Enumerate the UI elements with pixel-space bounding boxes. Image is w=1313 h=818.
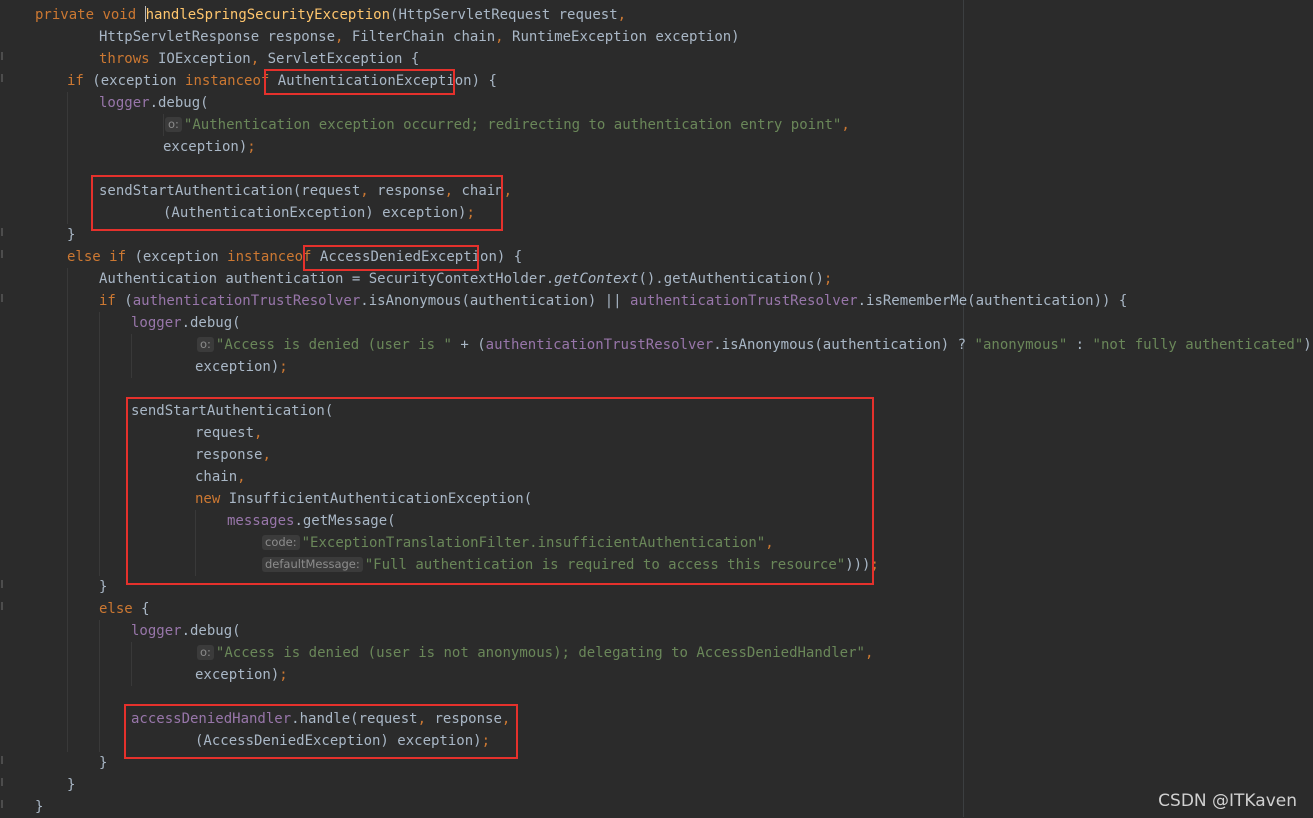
parameter-hint: o:	[197, 645, 214, 660]
fold-marker[interactable]	[1, 756, 3, 764]
code-line: if (authenticationTrustResolver.isAnonym…	[99, 293, 1128, 309]
code-line: o: "Authentication exception occurred; re…	[165, 114, 850, 136]
parameter-hint: o:	[197, 337, 214, 352]
indent-guide	[99, 312, 100, 576]
code-line: }	[35, 799, 44, 815]
code-line: }	[99, 755, 108, 771]
highlight-box-access-denied-handler	[124, 704, 518, 759]
indent-guide	[67, 268, 68, 752]
fold-marker[interactable]	[1, 778, 3, 786]
right-margin-guide	[963, 0, 964, 817]
code-line: o: "Access is denied (user is not anonymo…	[197, 642, 873, 664]
fold-marker[interactable]	[1, 250, 3, 258]
highlight-box-access-denied-exception	[303, 245, 479, 271]
highlight-box-authentication-exception	[264, 69, 455, 95]
fold-marker[interactable]	[1, 800, 3, 808]
fold-marker[interactable]	[1, 602, 3, 610]
code-line: logger.debug(	[131, 315, 241, 331]
code-line: }	[67, 227, 76, 243]
code-line: }	[67, 777, 76, 793]
code-line: o: "Access is denied (user is " + (authen…	[197, 334, 1313, 356]
code-line: exception);	[195, 667, 288, 683]
code-line: logger.debug(	[99, 95, 209, 111]
indent-guide	[163, 114, 164, 136]
fold-marker[interactable]	[1, 74, 3, 82]
highlight-box-insufficient-authentication	[126, 397, 874, 585]
fold-marker[interactable]	[1, 294, 3, 302]
code-line: }	[99, 579, 108, 595]
code-line: private void handleSpringSecurityExcepti…	[35, 6, 627, 23]
indent-guide	[131, 334, 132, 378]
highlight-box-send-start-authentication	[91, 175, 503, 231]
code-line: logger.debug(	[131, 623, 241, 639]
code-line: exception);	[195, 359, 288, 375]
fold-marker[interactable]	[1, 228, 3, 236]
code-line: HttpServletResponse response, FilterChai…	[99, 29, 740, 45]
fold-marker[interactable]	[1, 52, 3, 60]
code-line: Authentication authentication = Security…	[99, 271, 833, 287]
watermark: CSDN @ITKaven	[1158, 791, 1297, 811]
code-line: else {	[99, 601, 150, 617]
editor-gutter[interactable]	[0, 0, 10, 817]
indent-guide	[67, 92, 68, 224]
indent-guide	[99, 620, 100, 752]
code-line: exception);	[163, 139, 256, 155]
fold-marker[interactable]	[1, 580, 3, 588]
indent-guide	[131, 642, 132, 686]
code-line: throws IOException, ServletException {	[99, 51, 420, 67]
parameter-hint: o:	[165, 117, 182, 132]
